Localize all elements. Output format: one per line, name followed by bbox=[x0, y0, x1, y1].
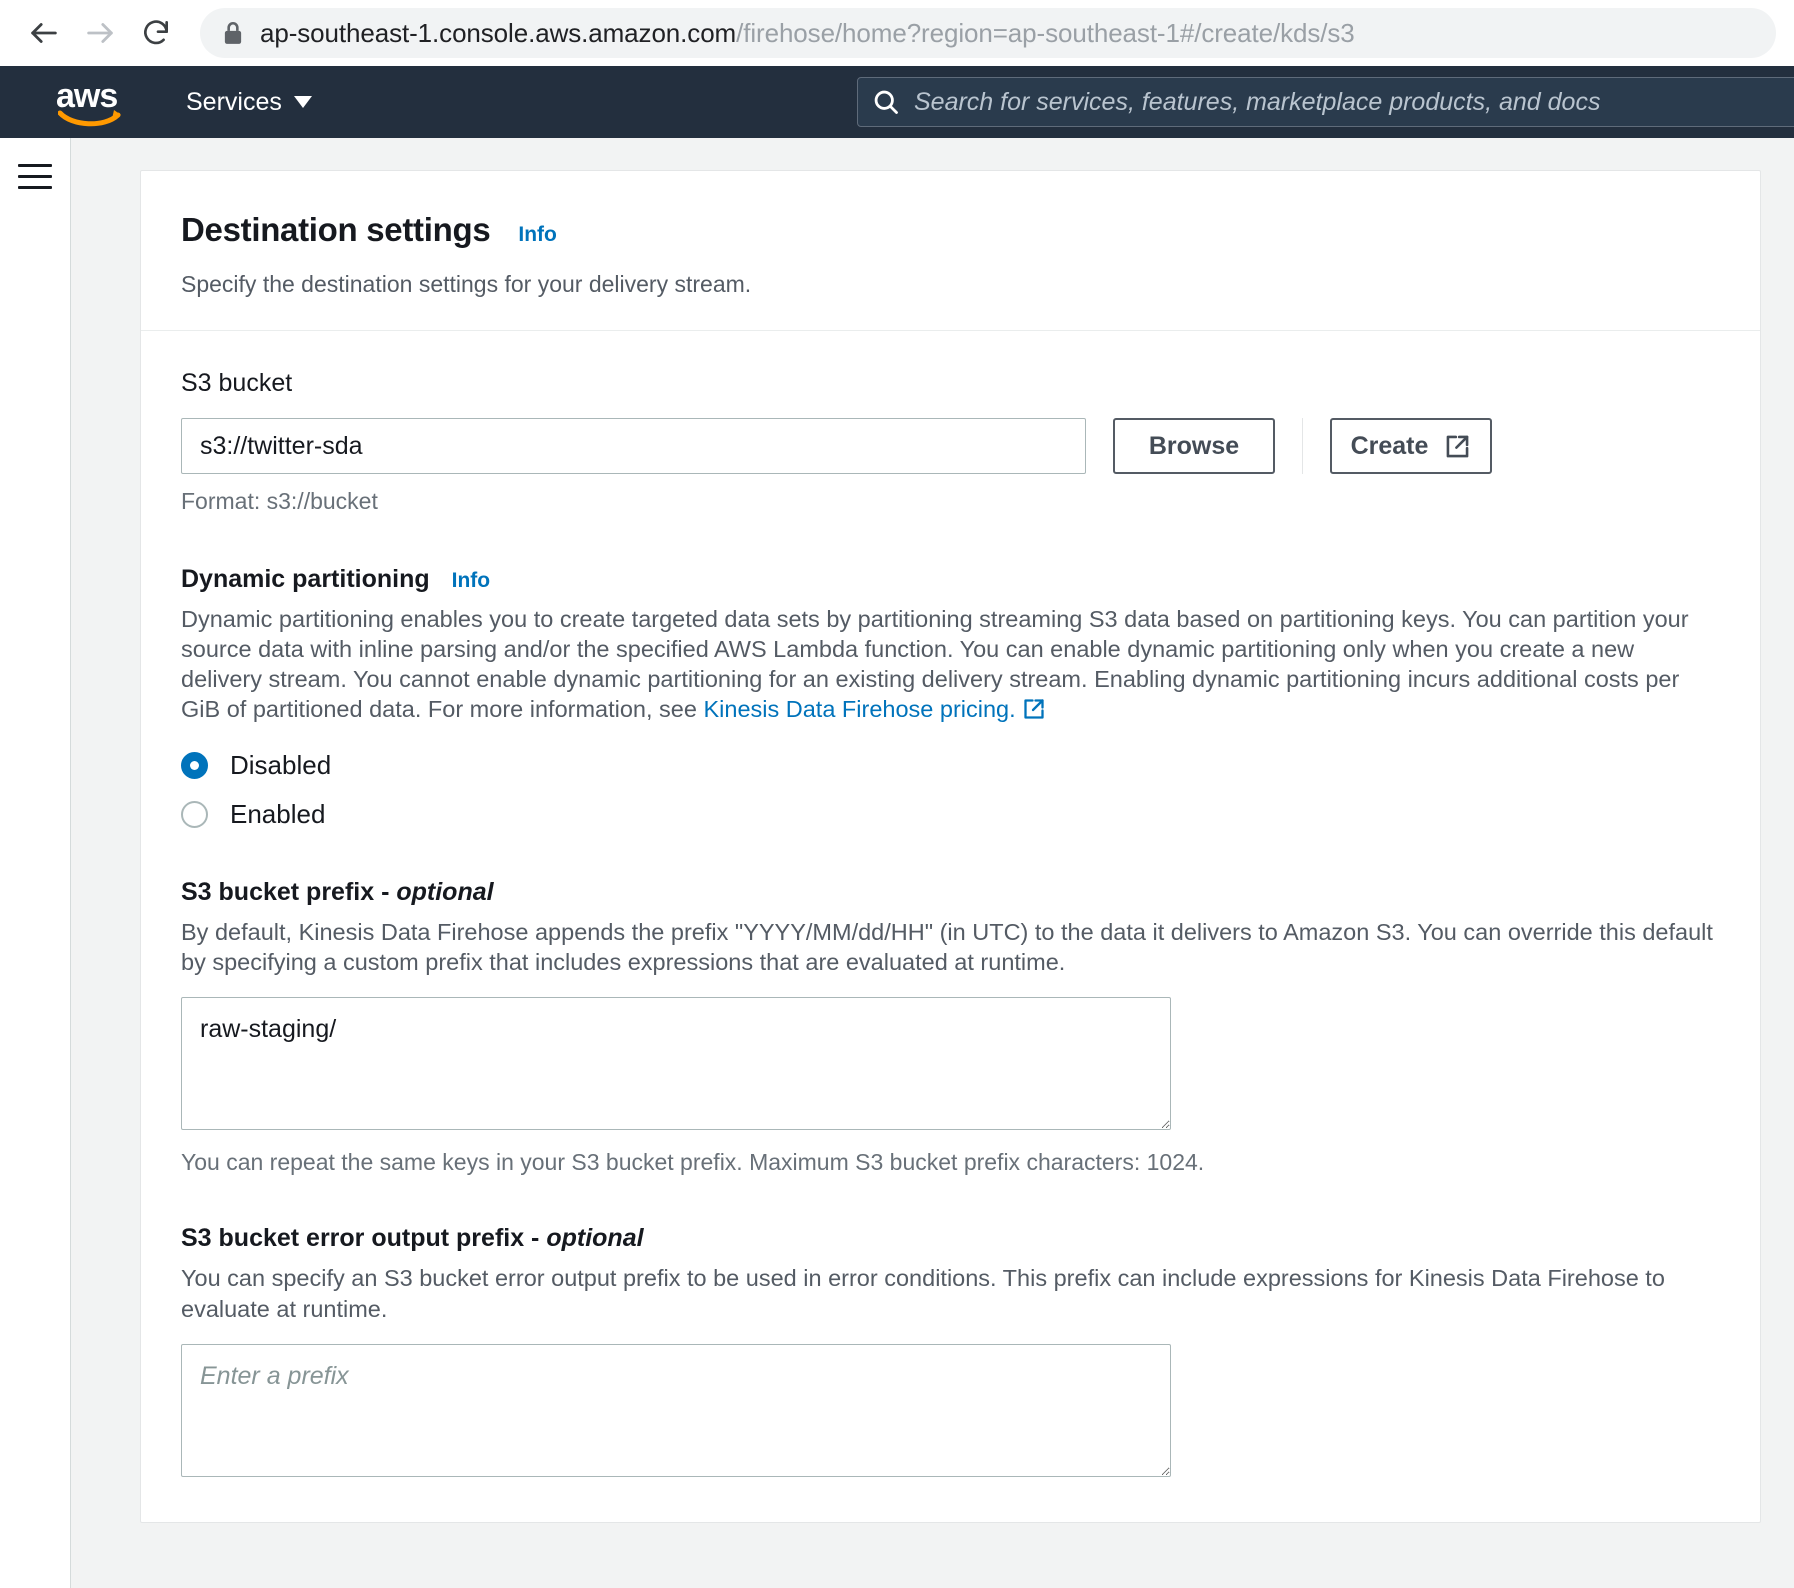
search-icon bbox=[874, 90, 898, 114]
reload-button[interactable] bbox=[130, 7, 182, 59]
left-sidebar bbox=[0, 138, 71, 1588]
dynamic-partitioning-description: Dynamic partitioning enables you to crea… bbox=[181, 604, 1720, 724]
services-menu-button[interactable]: Services bbox=[186, 88, 312, 117]
bucket-prefix-description: By default, Kinesis Data Firehose append… bbox=[181, 919, 1713, 976]
radio-disabled-label: Disabled bbox=[230, 750, 332, 781]
dynamic-partitioning-radio-group: Disabled Enabled bbox=[181, 750, 1720, 830]
back-arrow-icon bbox=[31, 23, 57, 43]
browse-button-label: Browse bbox=[1148, 431, 1240, 460]
global-search-input[interactable]: Search for services, features, marketpla… bbox=[857, 77, 1794, 127]
bucket-prefix-hint: You can repeat the same keys in your S3 … bbox=[181, 1149, 1205, 1176]
aws-smile-icon bbox=[58, 110, 121, 127]
reload-icon bbox=[144, 20, 168, 45]
create-button-label: Create bbox=[1350, 431, 1429, 460]
url-path: /firehose/home?region=ap-southeast-1#/cr… bbox=[736, 17, 1355, 48]
s3-bucket-row: Browse Create bbox=[181, 418, 1720, 474]
dynamic-partitioning-info-link[interactable]: Info bbox=[452, 569, 490, 593]
bucket-prefix-textarea[interactable] bbox=[181, 997, 1171, 1131]
error-output-prefix-description: You can specify an S3 bucket error outpu… bbox=[181, 1265, 1665, 1322]
error-output-prefix-label: S3 bucket error output prefix - bbox=[181, 1224, 547, 1253]
browser-toolbar: ap-southeast-1.console.aws.amazon.com/fi… bbox=[0, 0, 1794, 66]
forward-arrow-icon bbox=[87, 23, 113, 43]
external-link-icon bbox=[1447, 435, 1469, 457]
hamburger-menu-icon[interactable] bbox=[18, 164, 52, 197]
address-bar[interactable]: ap-southeast-1.console.aws.amazon.com/fi… bbox=[200, 8, 1776, 58]
firehose-pricing-link[interactable]: Kinesis Data Firehose pricing. bbox=[703, 696, 1015, 722]
radio-enabled-label: Enabled bbox=[230, 799, 326, 830]
url-text: ap-southeast-1.console.aws.amazon.com/fi… bbox=[260, 18, 1355, 49]
error-output-prefix-textarea[interactable] bbox=[181, 1343, 1171, 1477]
lock-icon bbox=[224, 21, 242, 44]
chevron-down-icon bbox=[293, 96, 312, 108]
bucket-prefix-label: S3 bucket prefix - bbox=[181, 878, 397, 907]
destination-settings-card: Destination settings Info Specify the de… bbox=[140, 170, 1761, 1523]
s3-bucket-label: S3 bucket bbox=[181, 369, 293, 397]
error-output-prefix-label-row: S3 bucket error output prefix - optional bbox=[181, 1224, 1720, 1253]
aws-logo[interactable]: aws bbox=[56, 79, 128, 127]
page-body: Destination settings Info Specify the de… bbox=[0, 138, 1794, 1588]
radio-enabled-indicator[interactable] bbox=[181, 801, 208, 829]
global-search-placeholder: Search for services, features, marketpla… bbox=[914, 87, 1601, 116]
destination-settings-info-link[interactable]: Info bbox=[518, 223, 556, 247]
main-content: Destination settings Info Specify the de… bbox=[71, 138, 1794, 1588]
error-output-prefix-optional-tag: optional bbox=[546, 1224, 644, 1253]
create-bucket-button[interactable]: Create bbox=[1330, 418, 1492, 474]
url-host: ap-southeast-1.console.aws.amazon.com bbox=[260, 17, 737, 48]
page-subtitle: Specify the destination settings for you… bbox=[181, 271, 752, 297]
back-button[interactable] bbox=[18, 7, 70, 59]
card-header: Destination settings Info Specify the de… bbox=[141, 171, 1760, 331]
forward-button[interactable] bbox=[74, 7, 126, 59]
bucket-prefix-label-row: S3 bucket prefix - optional bbox=[181, 878, 1720, 907]
radio-option-enabled[interactable]: Enabled bbox=[181, 799, 1720, 830]
aws-top-navigation: aws Services Search for services, featur… bbox=[0, 66, 1794, 138]
radio-disabled-indicator[interactable] bbox=[181, 752, 208, 780]
s3-bucket-format-hint: Format: s3://bucket bbox=[181, 488, 378, 514]
external-link-icon bbox=[1024, 699, 1044, 719]
button-divider bbox=[1302, 418, 1303, 474]
page-title: Destination settings bbox=[181, 211, 491, 248]
s3-bucket-input[interactable] bbox=[181, 418, 1086, 474]
dynamic-partitioning-label: Dynamic partitioning bbox=[181, 565, 430, 593]
radio-option-disabled[interactable]: Disabled bbox=[181, 750, 1720, 781]
browse-button[interactable]: Browse bbox=[1113, 418, 1275, 474]
services-label: Services bbox=[186, 87, 282, 116]
bucket-prefix-optional-tag: optional bbox=[396, 878, 494, 907]
card-body: S3 bucket Browse Create bbox=[141, 331, 1760, 1522]
